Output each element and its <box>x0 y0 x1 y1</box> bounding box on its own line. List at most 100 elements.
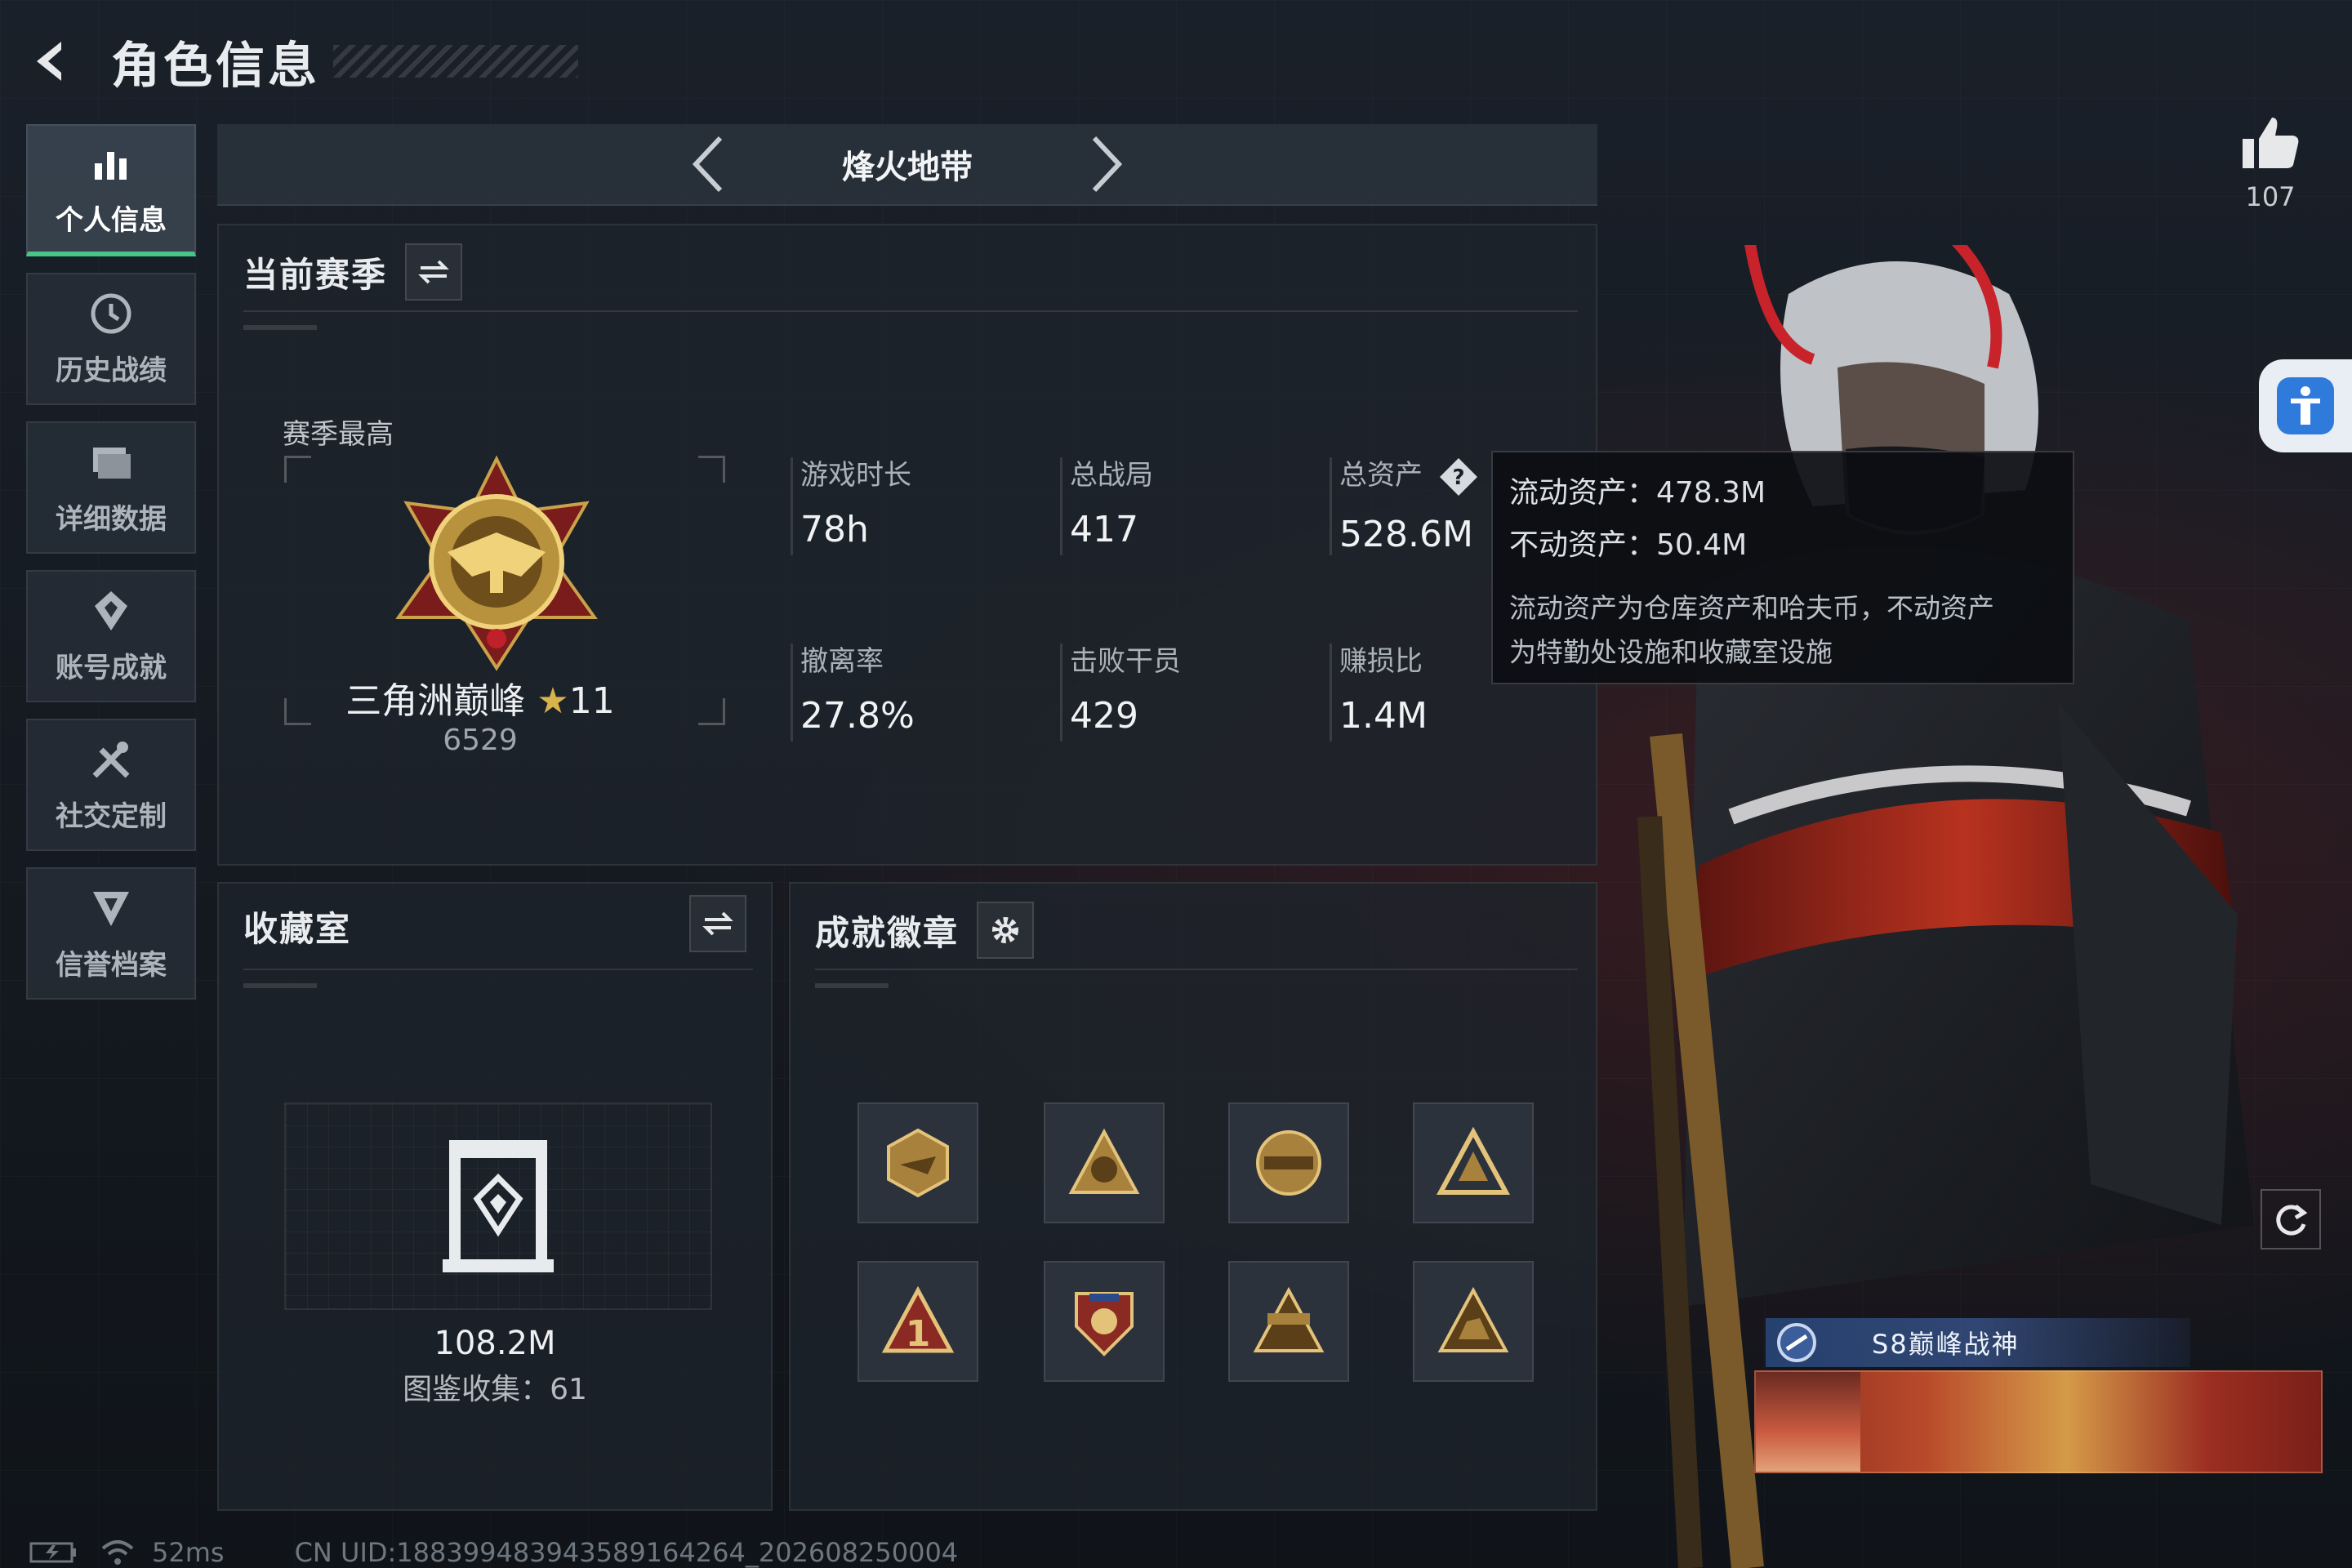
page-title: 角色信息 <box>111 37 320 95</box>
badge-item[interactable] <box>1228 1102 1349 1223</box>
sidebar-item-label: 详细数据 <box>56 502 167 536</box>
sidebar-item-label: 历史战绩 <box>56 354 167 387</box>
mode-next-button[interactable] <box>1079 127 1136 201</box>
crest-badge-icon <box>1075 1292 1134 1356</box>
panel-divider <box>243 310 1578 330</box>
stat-label: 游戏时长 <box>800 459 911 492</box>
folder-icon <box>88 439 134 485</box>
stat-value: 78h <box>800 509 869 550</box>
stat-extraction-rate: 撤离率 27.8% <box>791 639 915 742</box>
rotate-icon <box>2276 1205 2308 1236</box>
help-icon[interactable]: ? <box>1438 457 1479 497</box>
stat-total-assets: 总资产 ? 528.6M <box>1330 452 1479 555</box>
badge-item[interactable] <box>1044 1261 1165 1382</box>
collection-panel-header: 收藏室 <box>243 902 351 951</box>
rank-label: 赛季最高 <box>283 418 394 451</box>
s8-badge-icon <box>1253 1286 1325 1352</box>
tooltip-fixed-assets: 不动资产：50.4M <box>1509 528 1748 562</box>
character-title-text: S8巅峰战神 <box>1872 1329 2020 1360</box>
badge-item[interactable] <box>1413 1102 1534 1223</box>
rank-name: 三角洲巅峰 ★11 <box>219 671 742 724</box>
stat-divider <box>1330 644 1332 742</box>
sidebar-item-label: 社交定制 <box>56 800 167 833</box>
ping-value: 52ms <box>152 1537 225 1568</box>
sidebar: 个人信息 历史战绩 详细数据 账号成就 社交定制 信誉档案 <box>26 124 196 1016</box>
chevron-right-icon <box>1092 136 1123 193</box>
beast-badge-icon <box>1437 1286 1509 1352</box>
thumbs-up-icon <box>2243 118 2299 168</box>
sidebar-item-label: 个人信息 <box>56 203 167 237</box>
stat-label-text: 总资产 <box>1339 459 1423 492</box>
mode-prev-button[interactable] <box>679 127 736 201</box>
season-switch-button[interactable] <box>405 243 463 301</box>
stat-label: 击败干员 <box>1070 645 1181 678</box>
back-button[interactable] <box>24 33 82 90</box>
sidebar-item-detail-data[interactable]: 详细数据 <box>26 421 196 554</box>
season-panel: 当前赛季 赛季最高 三角洲巅峰 ★11 6529 游戏时长 78h 总战局 41… <box>217 224 1597 866</box>
bar-chart-icon <box>88 140 134 186</box>
badge-item[interactable]: 1 <box>858 1261 978 1382</box>
avatar <box>1756 1372 1860 1472</box>
mode-switcher: 烽火地带 <box>217 124 1597 206</box>
stat-divider <box>1060 457 1062 555</box>
stat-total-matches: 总战局 417 <box>1060 452 1153 555</box>
swap-icon <box>418 260 449 284</box>
stat-label: 赚损比 <box>1339 645 1423 678</box>
back-arrow-icon <box>37 42 61 81</box>
stat-divider <box>1330 457 1332 555</box>
like-count: 107 <box>2245 181 2296 212</box>
svg-text:?: ? <box>1452 466 1464 490</box>
badges-settings-button[interactable] <box>977 902 1035 959</box>
collection-title: 收藏室 <box>243 909 352 949</box>
badge-item[interactable] <box>1044 1102 1165 1223</box>
stat-value: 417 <box>1070 509 1138 550</box>
number-one-badge-icon: 1 <box>881 1285 955 1355</box>
stat-profit-ratio: 赚损比 1.4M <box>1330 639 1428 742</box>
rank-title: 三角洲巅峰 <box>345 680 526 722</box>
tooltip-liquid-assets: 流动资产：478.3M <box>1509 476 1766 510</box>
shield-badge-icon <box>1256 1130 1321 1196</box>
name-card[interactable] <box>1754 1370 2323 1473</box>
stat-divider <box>791 457 793 555</box>
sidebar-item-achievements[interactable]: 账号成就 <box>26 570 196 702</box>
badge-item[interactable] <box>1228 1261 1349 1382</box>
chevron-left-icon <box>692 136 723 193</box>
stat-kills: 击败干员 429 <box>1060 639 1181 742</box>
panel-divider <box>815 969 1578 988</box>
stat-divider <box>791 644 793 742</box>
sidebar-item-history[interactable]: 历史战绩 <box>26 273 196 405</box>
sidebar-item-label: 信誉档案 <box>56 948 167 982</box>
sidebar-item-social[interactable]: 社交定制 <box>26 719 196 851</box>
swap-icon <box>702 911 733 936</box>
badge-item[interactable] <box>858 1102 978 1223</box>
like-button[interactable]: 107 <box>2238 114 2303 212</box>
status-bar: 52ms CN UID:188399483943589164264_202608… <box>29 1537 979 1568</box>
sidebar-item-credit[interactable]: 信誉档案 <box>26 867 196 1000</box>
character-title-badge: S8巅峰战神 <box>1766 1318 2190 1367</box>
collection-panel: 收藏室 108.2M 图鉴收集：61 <box>217 882 773 1511</box>
frame-corner <box>284 456 311 483</box>
collection-switch-button[interactable] <box>689 895 746 952</box>
badges-panel-header: 成就徽章 <box>815 902 1035 959</box>
stat-value: 1.4M <box>1339 695 1428 737</box>
badge-item[interactable] <box>1413 1261 1534 1382</box>
star-icon: ★ <box>537 680 569 722</box>
rotate-model-button[interactable] <box>2261 1189 2321 1250</box>
vault-preview[interactable] <box>284 1102 712 1310</box>
rank-emblem-icon <box>395 455 598 671</box>
achievement-icon <box>88 588 134 634</box>
stat-playtime: 游戏时长 78h <box>791 452 911 555</box>
sidebar-item-personal-info[interactable]: 个人信息 <box>26 124 196 256</box>
accessibility-button[interactable] <box>2259 359 2352 452</box>
stat-label: 撤离率 <box>800 645 884 678</box>
vault-count: 图鉴收集：61 <box>403 1373 587 1406</box>
svg-text:1: 1 <box>906 1313 931 1355</box>
title-decoration <box>333 45 578 78</box>
stat-divider <box>1060 644 1062 742</box>
frame-corner <box>698 456 725 483</box>
stat-value: 429 <box>1070 695 1138 737</box>
header: 角色信息 <box>24 24 578 98</box>
gear-icon <box>992 917 1019 943</box>
sidebar-item-label: 账号成就 <box>56 651 167 684</box>
wifi-icon <box>101 1540 134 1565</box>
